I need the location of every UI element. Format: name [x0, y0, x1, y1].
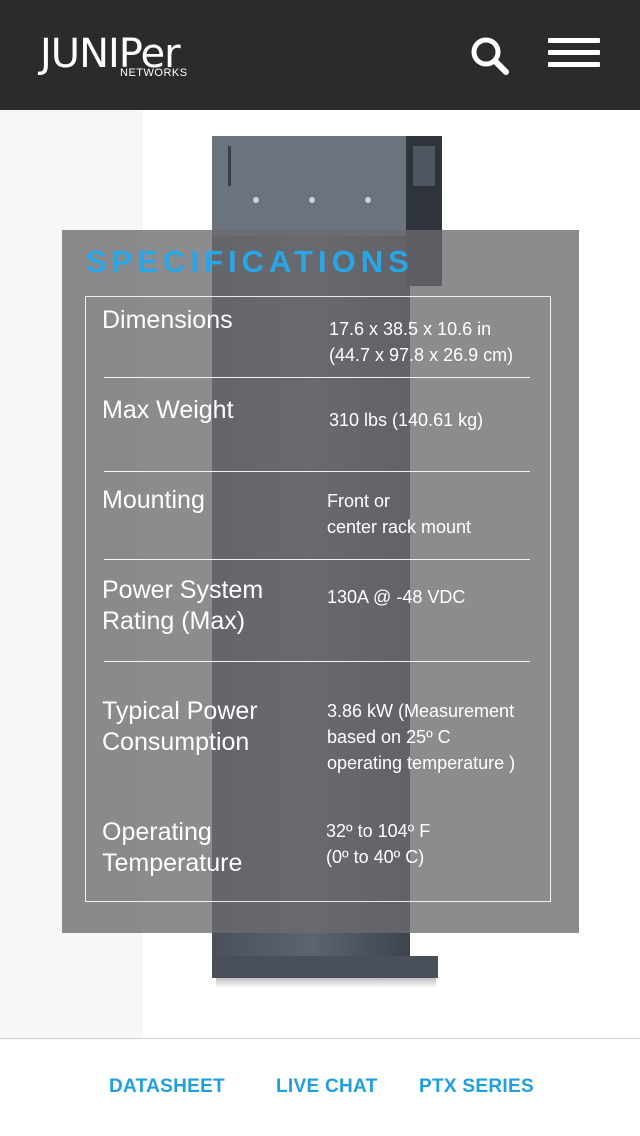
hamburger-menu-button[interactable] — [548, 38, 604, 72]
spec-label-operating-temperature: Operating Temperature — [102, 817, 242, 879]
logo-subtitle: NETWORKS — [120, 67, 188, 79]
spec-divider — [104, 471, 530, 472]
hamburger-menu-icon — [548, 38, 600, 43]
spec-label-line: Power System — [102, 576, 264, 604]
spec-value-line: (44.7 x 97.8 x 26.9 cm) — [329, 345, 514, 365]
spec-label-line: Rating (Max) — [102, 607, 246, 635]
hamburger-line — [548, 50, 600, 55]
spec-divider — [104, 559, 530, 560]
specifications-table: Dimensions 17.6 x 38.5 x 10.6 in (44.7 x… — [85, 296, 551, 902]
spec-value-line: 3.86 kW (Measurement — [327, 701, 515, 721]
spec-value-line: based on 25º C — [327, 727, 451, 747]
search-button[interactable] — [468, 34, 512, 78]
spec-label-line: Operating — [102, 818, 212, 846]
spec-value-mounting: Front or center rack mount — [327, 488, 471, 540]
spec-value-line: (0º to 40º C) — [326, 847, 425, 867]
spec-label-line: Temperature — [102, 849, 243, 877]
spec-value-line: 310 lbs (140.61 kg) — [329, 410, 484, 430]
spec-value-power-consumption: 3.86 kW (Measurement based on 25º C oper… — [327, 698, 515, 776]
spec-value-power-rating: 130A @ -48 VDC — [327, 584, 465, 610]
spec-value-line: 130A @ -48 VDC — [327, 587, 466, 607]
juniper-logo[interactable]: JUNIPer NETWORKS — [40, 32, 210, 82]
spec-label-line: Typical Power — [102, 697, 258, 725]
spec-value-line: center rack mount — [327, 517, 472, 537]
search-icon — [471, 37, 509, 75]
spec-value-dimensions: 17.6 x 38.5 x 10.6 in (44.7 x 97.8 x 26.… — [329, 316, 513, 368]
top-header: JUNIPer NETWORKS — [0, 0, 640, 110]
spec-label-power-rating: Power System Rating (Max) — [102, 575, 263, 637]
spec-value-line: operating temperature ) — [327, 753, 516, 773]
spec-value-line: 32º to 104º F — [326, 821, 431, 841]
spec-divider — [104, 377, 530, 378]
spec-label-line: Max Weight — [102, 396, 234, 424]
spec-label-max-weight: Max Weight — [102, 395, 234, 426]
spec-value-line: 17.6 x 38.5 x 10.6 in — [329, 319, 492, 339]
live-chat-link[interactable]: LIVE CHAT — [276, 1076, 378, 1098]
spec-divider — [104, 661, 530, 662]
footer-nav: DATASHEET LIVE CHAT PTX SERIES — [0, 1038, 640, 1136]
datasheet-link[interactable]: DATASHEET — [109, 1076, 225, 1098]
spec-value-max-weight: 310 lbs (140.61 kg) — [329, 407, 483, 433]
spec-label-line: Dimensions — [102, 306, 233, 334]
spec-label-line: Consumption — [102, 728, 250, 756]
spec-value-operating-temperature: 32º to 104º F (0º to 40º C) — [326, 818, 430, 870]
hamburger-line — [548, 62, 600, 67]
spec-label-mounting: Mounting — [102, 485, 205, 516]
specifications-title: SPECIFICATIONS — [86, 244, 414, 279]
spec-label-line: Mounting — [102, 486, 205, 514]
spec-value-line: Front or — [327, 491, 391, 511]
specifications-panel: SPECIFICATIONS Dimensions 17.6 x 38.5 x … — [62, 230, 579, 933]
spec-label-power-consumption: Typical Power Consumption — [102, 696, 258, 758]
spec-label-dimensions: Dimensions — [102, 305, 233, 336]
page: JUNIPer NETWORKS SPECIFICATIONS Dimensio… — [0, 0, 640, 1136]
ptx-series-link[interactable]: PTX SERIES — [419, 1076, 534, 1098]
